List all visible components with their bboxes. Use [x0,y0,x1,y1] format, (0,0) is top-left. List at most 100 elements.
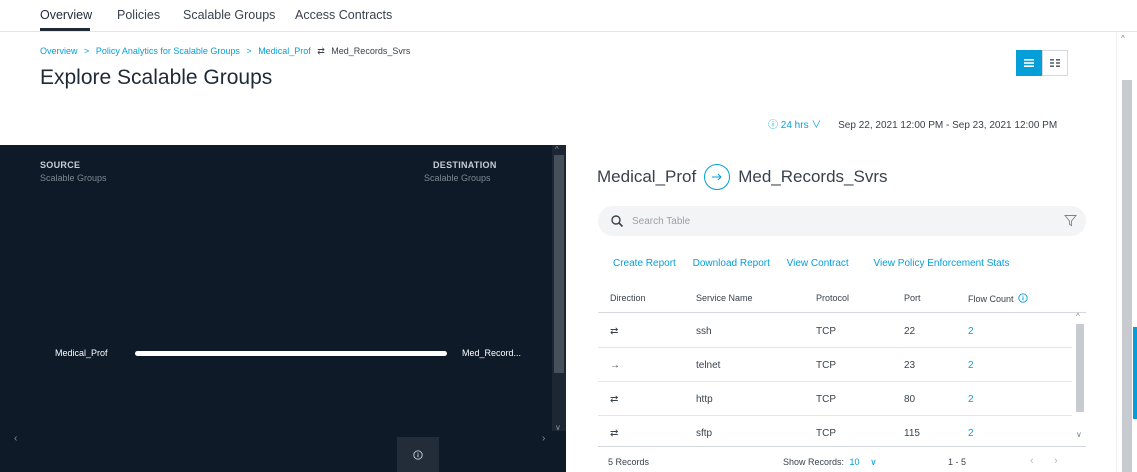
breadcrumb-policy-analytics[interactable]: Policy Analytics for Scalable Groups [96,46,240,56]
scroll-up-icon[interactable]: ^ [1121,34,1125,43]
flow-count-link[interactable]: 2 [968,428,974,439]
column-flow-count-label: Flow Count [968,294,1014,304]
port: 80 [904,394,916,405]
download-report-link[interactable]: Download Report [693,258,770,269]
view-contract-link[interactable]: View Contract [787,258,849,269]
table-scrollbar[interactable]: ^ ∨ [1074,312,1086,442]
viz-scrollbar-thumb[interactable] [554,155,564,373]
tab-overview[interactable]: Overview [40,8,92,22]
page-scrollbar-thumb[interactable] [1122,80,1132,472]
tab-policies[interactable]: Policies [117,8,160,22]
next-page-icon[interactable]: › [1054,455,1058,467]
info-icon[interactable] [1018,293,1028,303]
breadcrumb-separator: > [84,46,90,56]
search-input[interactable] [632,213,1032,229]
breadcrumb-medical-prof[interactable]: Medical_Prof [258,46,311,56]
table-footer: 5 Records Show Records: 10 ∨ 1 - 5 ‹ › [598,446,1086,472]
time-range: ⓘ 24 hrs ∨ Sep 22, 2021 12:00 PM - Sep 2… [768,116,1057,131]
destination-heading: DESTINATION [433,160,497,170]
viz-info-button[interactable] [397,437,439,472]
table-actions: Create Report Download Report View Contr… [613,258,1024,269]
tab-scalable-groups[interactable]: Scalable Groups [183,8,275,22]
active-tab-indicator [40,28,90,31]
info-icon [413,449,423,460]
flow-count-link[interactable]: 2 [968,326,974,337]
list-view-button[interactable] [1016,50,1042,76]
flow-count-link[interactable]: 2 [968,360,974,371]
list-view-icon [1024,59,1034,67]
column-service-name[interactable]: Service Name [696,293,753,303]
breadcrumb-current: Med_Records_Svrs [331,46,411,56]
scroll-up-icon[interactable]: ^ [1076,312,1080,321]
scroll-right-icon[interactable]: › [542,433,545,444]
protocol: TCP [816,428,836,439]
table-scrollbar-thumb[interactable] [1076,324,1084,412]
flow-count-link[interactable]: 2 [968,394,974,405]
search-icon [611,215,624,228]
time-range-dates: Sep 22, 2021 12:00 PM - Sep 23, 2021 12:… [838,120,1058,131]
protocol: TCP [816,394,836,405]
table-body: ⇄ ssh TCP 22 2 → telnet TCP 23 2 ⇄ http … [598,314,1072,446]
detail-destination: Med_Records_Svrs [738,167,888,186]
tab-access-contracts[interactable]: Access Contracts [295,8,392,22]
service-name: telnet [696,360,721,371]
time-range-duration: 24 hrs [780,120,809,131]
destination-node[interactable]: Med_Record... [462,348,521,358]
source-node[interactable]: Medical_Prof [55,348,108,358]
previous-page-icon[interactable]: ‹ [1030,455,1034,467]
scroll-down-icon[interactable]: ∨ [555,423,561,432]
bidirectional-arrow-icon: ⇄ [317,46,325,56]
detail-title: Medical_Prof Med_Records_Svrs [597,164,888,190]
table-row[interactable]: ⇄ ssh TCP 22 2 [598,314,1072,348]
table-row[interactable]: → telnet TCP 23 2 [598,348,1072,382]
chevron-down-icon: ∨ [811,120,822,131]
grid-view-icon [1050,59,1060,67]
service-name: ssh [696,326,712,337]
breadcrumb-overview[interactable]: Overview [40,46,78,56]
show-records-label: Show Records: [783,457,845,467]
arrow-right-icon [704,164,731,190]
page-range: 1 - 5 [948,457,967,467]
source-subheading: Scalable Groups [40,173,107,183]
page-scrollbar[interactable]: ^ [1116,32,1137,472]
show-records-select[interactable]: 10 ∨ [850,457,877,467]
show-records: Show Records: 10 ∨ [783,457,877,468]
protocol: TCP [816,360,836,371]
chevron-down-icon: ∨ [870,457,877,467]
scroll-down-icon[interactable]: ∨ [1076,430,1082,439]
filter-icon[interactable] [1064,214,1077,227]
table-row[interactable]: ⇄ sftp TCP 115 2 [598,416,1072,446]
app-root: Overview Policies Scalable Groups Access… [0,0,1137,472]
port: 22 [904,326,916,337]
column-direction[interactable]: Direction [610,293,646,303]
flow-link[interactable] [135,351,447,356]
bidirectional-arrow-icon: ⇄ [610,326,619,337]
source-heading: SOURCE [40,160,81,170]
flow-visualization: SOURCE Scalable Groups DESTINATION Scala… [0,145,566,472]
scroll-up-icon[interactable]: ^ [555,145,559,154]
top-nav: Overview Policies Scalable Groups Access… [0,0,1137,32]
search-bar [598,206,1086,236]
side-panel-handle[interactable] [1133,327,1137,419]
show-records-value: 10 [849,457,860,467]
breadcrumb: Overview > Policy Analytics for Scalable… [40,46,410,57]
time-range-selector[interactable]: ⓘ 24 hrs ∨ [768,120,824,131]
bidirectional-arrow-icon: ⇄ [610,394,619,405]
service-name: sftp [696,428,713,439]
service-name: http [696,394,713,405]
breadcrumb-separator: > [246,46,252,56]
detail-source: Medical_Prof [597,167,697,186]
info-icon: ⓘ [768,120,778,131]
create-report-link[interactable]: Create Report [613,258,676,269]
record-count: 5 Records [608,457,650,467]
table-row[interactable]: ⇄ http TCP 80 2 [598,382,1072,416]
scroll-left-icon[interactable]: ‹ [14,433,17,444]
column-port[interactable]: Port [904,293,921,303]
viz-vertical-scrollbar[interactable] [552,145,566,431]
page-title: Explore Scalable Groups [40,66,273,89]
table-header: Direction Service Name Protocol Port Flo… [598,287,1086,313]
column-protocol[interactable]: Protocol [816,293,849,303]
column-flow-count[interactable]: Flow Count [968,293,1028,304]
view-policy-enforcement-stats-link[interactable]: View Policy Enforcement Stats [874,258,1010,269]
grid-view-button[interactable] [1042,50,1068,76]
